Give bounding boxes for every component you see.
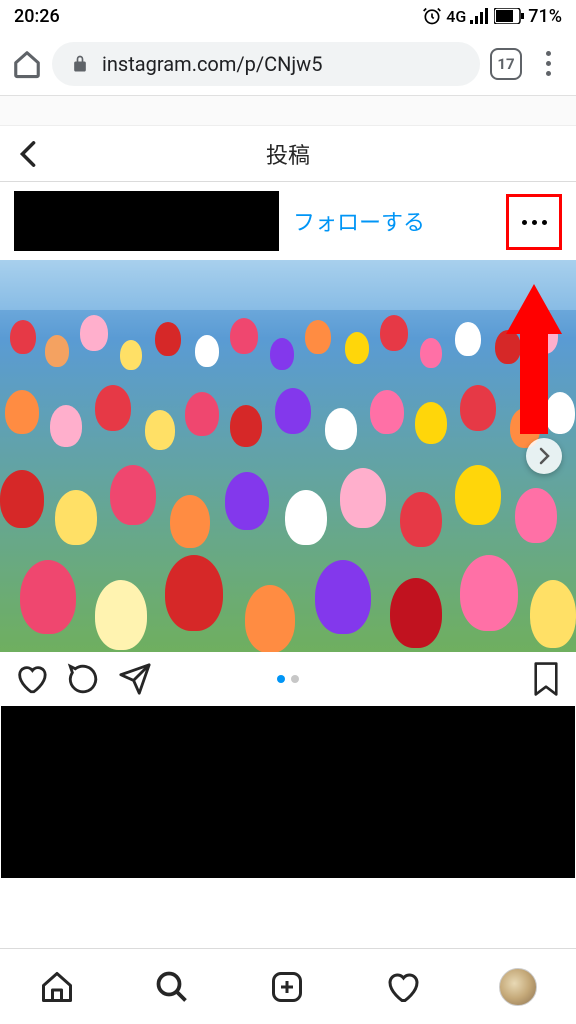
chevron-right-icon bbox=[538, 447, 550, 465]
battery-percent: 71% bbox=[528, 6, 562, 27]
network-label: 4G bbox=[446, 7, 466, 26]
spacer bbox=[0, 96, 576, 126]
instagram-header: 投稿 bbox=[0, 126, 576, 182]
url-bar[interactable]: instagram.com/p/CNjw5 bbox=[52, 42, 480, 86]
share-icon[interactable] bbox=[118, 662, 152, 696]
like-icon[interactable] bbox=[14, 662, 48, 696]
caption-redacted bbox=[1, 706, 575, 878]
bottom-navigation bbox=[0, 948, 576, 1024]
annotation-arrow-icon bbox=[506, 284, 562, 434]
home-icon[interactable] bbox=[12, 49, 42, 79]
lock-icon bbox=[70, 54, 90, 74]
nav-search-icon[interactable] bbox=[154, 969, 190, 1005]
status-time: 20:26 bbox=[14, 6, 60, 27]
post-image[interactable] bbox=[0, 260, 576, 652]
url-text: instagram.com/p/CNjw5 bbox=[102, 52, 322, 76]
bookmark-icon[interactable] bbox=[530, 661, 562, 697]
nav-create-icon[interactable] bbox=[269, 969, 305, 1005]
username-redacted[interactable] bbox=[14, 191, 279, 251]
nav-profile-avatar[interactable] bbox=[499, 968, 537, 1006]
page-title: 投稿 bbox=[266, 138, 310, 170]
status-indicators: 4G 71% bbox=[422, 6, 562, 27]
browser-menu-icon[interactable] bbox=[532, 51, 564, 76]
more-options-button[interactable] bbox=[506, 194, 562, 250]
chrome-toolbar: instagram.com/p/CNjw5 17 bbox=[0, 32, 576, 96]
comment-icon[interactable] bbox=[66, 662, 100, 696]
nav-activity-icon[interactable] bbox=[384, 969, 420, 1005]
android-status-bar: 20:26 4G 71% bbox=[0, 0, 576, 32]
carousel-next-button[interactable] bbox=[526, 438, 562, 474]
signal-icon bbox=[470, 8, 490, 24]
alarm-icon bbox=[422, 6, 442, 26]
post-header: フォローする bbox=[0, 182, 576, 260]
chevron-left-icon bbox=[19, 140, 37, 168]
follow-button[interactable]: フォローする bbox=[293, 205, 425, 237]
battery-icon bbox=[494, 8, 524, 24]
nav-home-icon[interactable] bbox=[39, 969, 75, 1005]
tab-switcher[interactable]: 17 bbox=[490, 48, 522, 80]
back-button[interactable] bbox=[0, 140, 56, 168]
carousel-indicator bbox=[277, 675, 299, 683]
post-actions bbox=[0, 652, 576, 706]
